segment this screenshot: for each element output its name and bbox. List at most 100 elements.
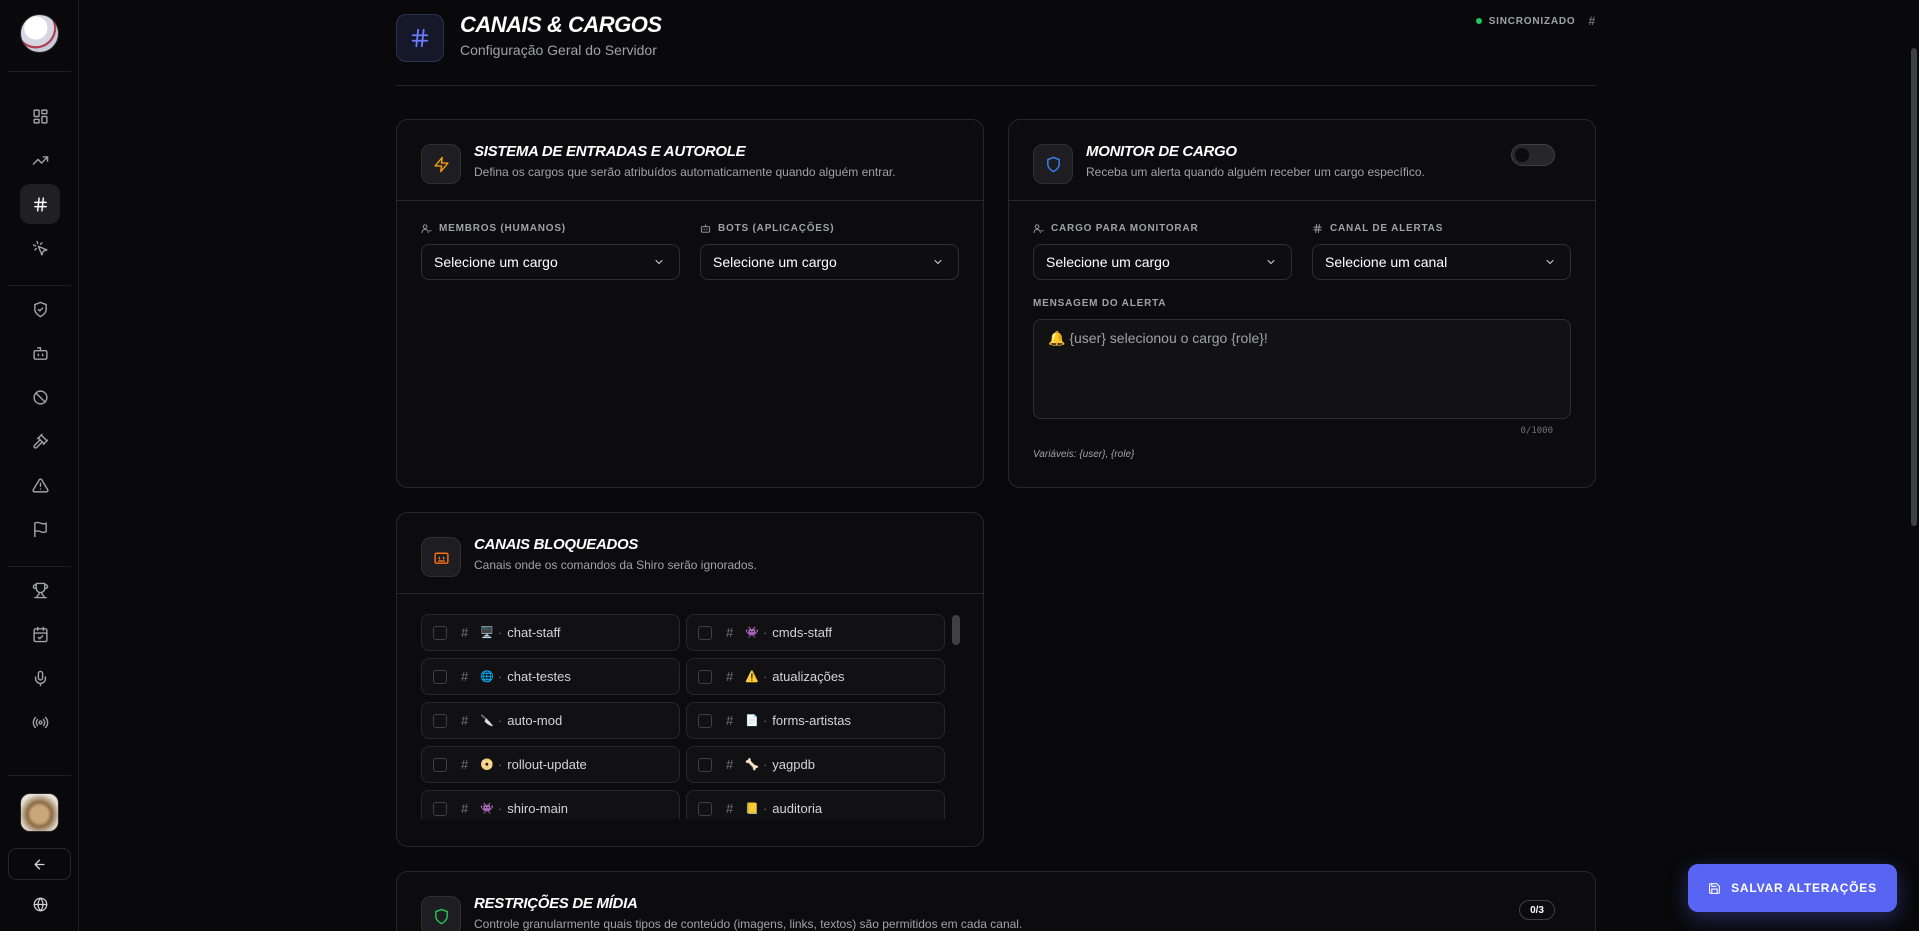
- card-description: Receba um alerta quando alguém receber u…: [1086, 165, 1425, 179]
- checkbox[interactable]: [698, 669, 712, 684]
- checkbox[interactable]: [698, 713, 712, 728]
- sidebar-divider: [8, 775, 71, 776]
- blocked-channels-card: CANAIS BLOQUEADOS Canais onde os comando…: [396, 512, 984, 847]
- user-avatar[interactable]: [20, 793, 59, 832]
- sidebar-item-bots[interactable]: [20, 333, 60, 373]
- arrow-left-icon: [34, 859, 45, 869]
- sidebar-divider: [8, 566, 71, 567]
- sidebar-item-ranking[interactable]: [20, 570, 60, 610]
- save-changes-button[interactable]: SALVAR ALTERAÇÕES: [1688, 864, 1897, 912]
- calendar-check-icon: [32, 626, 48, 642]
- channel-item[interactable]: # 🔪 · auto-mod: [421, 702, 680, 739]
- channel-item[interactable]: # 🌐 · chat-testes: [421, 658, 680, 695]
- card-header: MONITOR DE CARGO Receba um alerta quando…: [1009, 120, 1595, 201]
- back-button[interactable]: [8, 848, 71, 880]
- card-header: CANAIS BLOQUEADOS Canais onde os comando…: [397, 513, 983, 594]
- checkbox[interactable]: [433, 757, 447, 772]
- hash-icon: #: [1588, 14, 1596, 28]
- checkbox[interactable]: [433, 625, 447, 640]
- checkbox[interactable]: [433, 669, 447, 684]
- restriction-count-badge: 0/3: [1519, 900, 1555, 920]
- hash-icon: #: [726, 801, 734, 816]
- hash-icon: #: [461, 625, 469, 640]
- trophy-icon: [32, 582, 48, 598]
- lightning-icon: [433, 156, 449, 172]
- dashboard-grid-icon: [32, 108, 48, 124]
- sidebar-divider: [8, 285, 71, 286]
- hash-icon: #: [461, 757, 469, 772]
- alert-channel-select[interactable]: Selecione um canal: [1312, 244, 1571, 280]
- sidebar-item-voice[interactable]: [20, 658, 60, 698]
- channel-item[interactable]: # 📀 · rollout-update: [421, 746, 680, 783]
- bot-logo-avatar[interactable]: [20, 14, 59, 53]
- sidebar: [0, 0, 79, 931]
- sidebar-item-dashboard[interactable]: [20, 96, 60, 136]
- character-counter: 0/1000: [1520, 426, 1553, 436]
- channel-item[interactable]: # 🦴 · yagpdb: [686, 746, 945, 783]
- hash-icon: #: [726, 669, 734, 684]
- variables-hint: Variáveis: {user}, {role}: [1033, 449, 1135, 460]
- alert-message-textarea[interactable]: 🔔 {user} selecionou o cargo {role}!: [1033, 319, 1571, 419]
- members-role-select[interactable]: Selecione um cargo: [421, 244, 680, 280]
- shield-icon: [1046, 156, 1060, 172]
- sidebar-item-interactions[interactable]: [20, 228, 60, 268]
- checkbox[interactable]: [433, 801, 447, 816]
- sidebar-divider: [8, 71, 71, 72]
- channel-item[interactable]: # 📒 · auditoria: [686, 790, 945, 819]
- globe-icon: [33, 897, 47, 911]
- channel-item[interactable]: # 📄 · forms-artistas: [686, 702, 945, 739]
- members-label: MEMBROS (HUMANOS): [421, 223, 566, 234]
- sidebar-item-reports[interactable]: [20, 509, 60, 549]
- card-description: Canais onde os comandos da Shiro serão i…: [474, 558, 757, 572]
- status-dot-icon: [1475, 18, 1482, 24]
- checkbox[interactable]: [698, 757, 712, 772]
- channel-item[interactable]: # ⚠️ · atualizações: [686, 658, 945, 695]
- bots-role-select[interactable]: Selecione um cargo: [700, 244, 959, 280]
- sidebar-item-security[interactable]: [20, 289, 60, 329]
- sidebar-item-events[interactable]: [20, 614, 60, 654]
- checkbox[interactable]: [698, 801, 712, 816]
- page-subtitle: Configuração Geral do Servidor: [460, 42, 657, 58]
- sidebar-item-channels[interactable]: [20, 184, 60, 224]
- sidebar-item-warnings[interactable]: [20, 465, 60, 505]
- sidebar-item-moderation[interactable]: [20, 421, 60, 461]
- alert-message-label: MENSAGEM DO ALERTA: [1033, 298, 1167, 309]
- channel-item[interactable]: # 🖥️ · chat-staff: [421, 614, 680, 651]
- blocked-channel-list: # 🖥️ · chat-staff # 👾 · cmds-staff # 🌐 · chat-tes…: [421, 614, 955, 819]
- mic-icon: [34, 670, 46, 686]
- card-icon: [421, 537, 461, 577]
- checkbox[interactable]: [433, 713, 447, 728]
- role-monitor-card: MONITOR DE CARGO Receba um alerta quando…: [1008, 119, 1596, 488]
- card-description: Controle granularmente quais tipos de co…: [474, 917, 1023, 931]
- card-icon: [421, 144, 461, 184]
- autorole-card: SISTEMA DE ENTRADAS E AUTOROLE Defina os…: [396, 119, 984, 488]
- checkbox[interactable]: [698, 625, 712, 640]
- chevron-down-icon: [655, 260, 663, 264]
- page-header: CANAIS & CARGOS Configuração Geral do Se…: [396, 10, 1596, 86]
- sidebar-item-broadcast[interactable]: [20, 702, 60, 742]
- shield-check-icon: [33, 301, 47, 317]
- hash-icon: [411, 28, 429, 48]
- card-title: CANAIS BLOQUEADOS: [474, 536, 639, 553]
- monitor-enable-toggle[interactable]: [1511, 144, 1555, 166]
- card-header: SISTEMA DE ENTRADAS E AUTOROLE Defina os…: [397, 120, 983, 201]
- list-scrollbar[interactable]: [952, 615, 960, 645]
- channel-item[interactable]: # 👾 · shiro-main: [421, 790, 680, 819]
- sidebar-item-stats[interactable]: [20, 140, 60, 180]
- bot-icon: [700, 224, 711, 233]
- user-icon: [1033, 224, 1044, 234]
- ban-icon: [32, 389, 48, 405]
- media-restrictions-card: RESTRIÇÕES DE MÍDIA Controle granularmen…: [396, 871, 1596, 931]
- bots-label: BOTS (APLICAÇÕES): [700, 223, 834, 234]
- card-title: MONITOR DE CARGO: [1086, 143, 1237, 160]
- sidebar-item-blocked[interactable]: [20, 377, 60, 417]
- chevron-down-icon: [1546, 260, 1554, 264]
- language-button[interactable]: [20, 884, 60, 924]
- channel-item[interactable]: # 👾 · cmds-staff: [686, 614, 945, 651]
- page-scrollbar[interactable]: [1911, 48, 1917, 526]
- monitor-role-select[interactable]: Selecione um cargo: [1033, 244, 1292, 280]
- hash-icon: #: [726, 713, 734, 728]
- hash-icon: #: [726, 625, 734, 640]
- alert-triangle-icon: [31, 477, 49, 493]
- hash-icon: #: [726, 757, 734, 772]
